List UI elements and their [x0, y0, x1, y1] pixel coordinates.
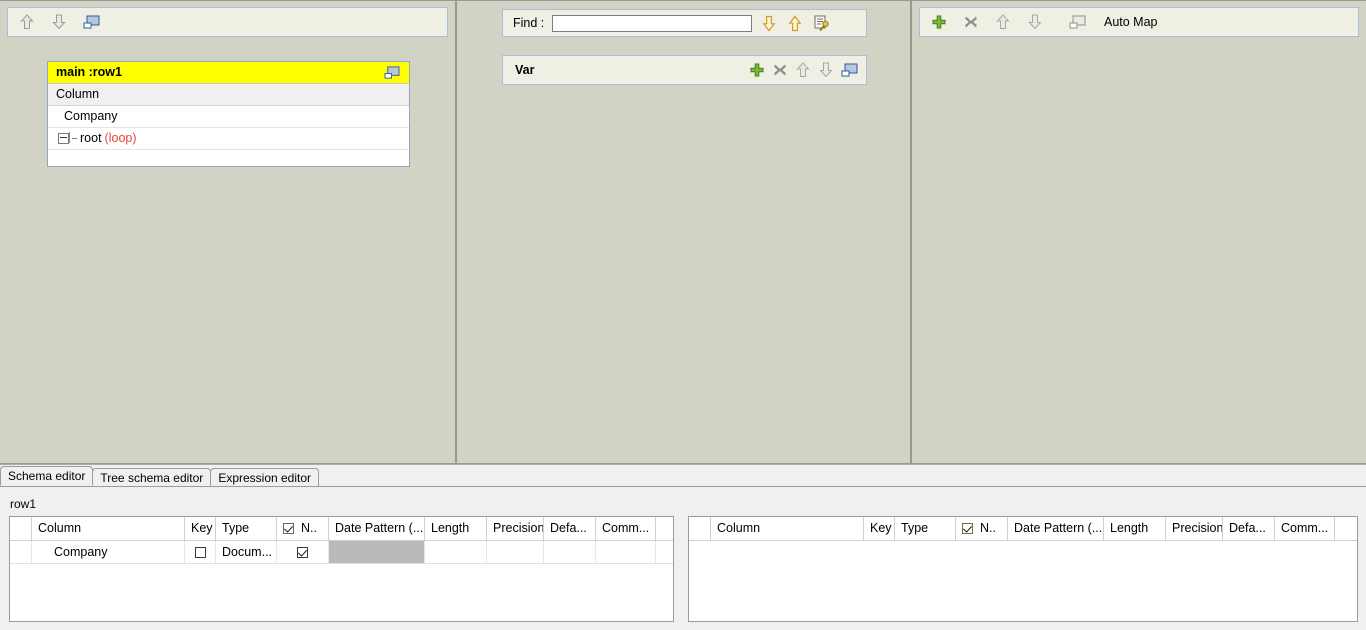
input-schema-table: main :row1 Column Company root (loop) — [47, 61, 410, 167]
row-type-cell[interactable]: Docum... — [216, 541, 277, 563]
input-panel-toolbar — [7, 7, 448, 37]
tab-expression-editor-label: Expression editor — [218, 471, 312, 485]
nullable-checkbox[interactable] — [297, 546, 308, 558]
find-label: Find : — [513, 16, 545, 30]
tab-tree-schema-editor-label: Tree schema editor — [100, 471, 204, 485]
grid-header-date-pattern[interactable]: Date Pattern (... — [329, 517, 425, 540]
minimize-table-icon[interactable] — [840, 61, 858, 79]
grid-header-nullable[interactable]: N.. — [956, 517, 1008, 540]
row-length-cell[interactable] — [425, 541, 487, 563]
grid-header-key[interactable]: Key — [185, 517, 216, 540]
add-variable-icon[interactable] — [748, 61, 766, 79]
input-schema-panel: main :row1 Column Company root (loop) — [0, 0, 456, 464]
schema-row-label: row1 — [10, 497, 37, 511]
output-schema-panel: Auto Map — [911, 0, 1366, 464]
move-up-icon[interactable] — [794, 61, 812, 79]
date-pattern-disabled-swatch — [329, 541, 424, 563]
tab-expression-editor[interactable]: Expression editor — [210, 468, 320, 486]
grid-header-nullable[interactable]: N.. — [277, 517, 329, 540]
grid-header-column[interactable]: Column — [32, 517, 185, 540]
remove-variable-icon[interactable] — [771, 61, 789, 79]
row-date-pattern-cell[interactable] — [329, 541, 425, 563]
tab-schema-editor[interactable]: Schema editor — [0, 466, 94, 486]
editor-tabstrip: Schema editor Tree schema editor Express… — [0, 466, 1366, 487]
bottom-editor-area: Schema editor Tree schema editor Express… — [0, 464, 1366, 630]
grid-header-type[interactable]: Type — [216, 517, 277, 540]
tab-tree-schema-editor[interactable]: Tree schema editor — [92, 468, 212, 486]
auto-map-label[interactable]: Auto Map — [1104, 15, 1158, 29]
tree-connector — [72, 137, 77, 140]
grid-header-comment[interactable]: Comm... — [1275, 517, 1335, 540]
table-row[interactable]: Company Docum... — [10, 541, 673, 564]
input-table-row-root[interactable]: root (loop) — [48, 128, 409, 150]
grid-header-length[interactable]: Length — [1104, 517, 1166, 540]
row-comment-cell[interactable] — [596, 541, 656, 563]
grid-header-type[interactable]: Type — [895, 517, 956, 540]
minimize-table-icon[interactable] — [383, 64, 401, 82]
move-up-icon[interactable] — [994, 13, 1012, 31]
grid-header-comment[interactable]: Comm... — [596, 517, 656, 540]
find-previous-icon[interactable] — [786, 14, 804, 32]
loop-tag: (loop) — [104, 131, 137, 145]
input-table-row-company[interactable]: Company — [48, 106, 409, 128]
output-grid-header-row: Column Key Type N.. Date Pattern (... Le… — [689, 517, 1357, 541]
var-panel: Find : Var — [456, 0, 911, 464]
output-panel-toolbar: Auto Map — [919, 7, 1359, 37]
row-key-cell[interactable] — [185, 541, 216, 563]
grid-header-key[interactable]: Key — [864, 517, 895, 540]
move-down-icon[interactable] — [1026, 13, 1044, 31]
tab-schema-editor-label: Schema editor — [8, 469, 86, 483]
find-bar: Find : — [502, 9, 867, 37]
output-schema-grid: Column Key Type N.. Date Pattern (... Le… — [688, 516, 1358, 622]
grid-header-date-pattern[interactable]: Date Pattern (... — [1008, 517, 1104, 540]
input-grid-header-row: Column Key Type N.. Date Pattern (... Le… — [10, 517, 673, 541]
var-bar: Var — [502, 55, 867, 85]
input-table-title-bar[interactable]: main :row1 — [48, 62, 409, 84]
row-handle[interactable] — [10, 541, 32, 563]
grid-header-nullable-label: N.. — [301, 521, 317, 535]
var-title: Var — [515, 63, 535, 77]
nullable-header-checkbox[interactable] — [962, 523, 973, 534]
remove-output-icon[interactable] — [962, 13, 980, 31]
row-nullable-cell[interactable] — [277, 541, 329, 563]
row-column-name[interactable]: Company — [32, 541, 185, 563]
expand-collapse-icon[interactable] — [58, 133, 69, 144]
grid-header-default[interactable]: Defa... — [544, 517, 596, 540]
grid-header-precision[interactable]: Precision — [1166, 517, 1223, 540]
input-table-column-header: Column — [48, 84, 409, 106]
find-next-icon[interactable] — [760, 14, 778, 32]
move-down-icon[interactable] — [50, 13, 68, 31]
grid-header-precision[interactable]: Precision — [487, 517, 544, 540]
move-up-icon[interactable] — [18, 13, 36, 31]
grid-header-nullable-label: N.. — [980, 521, 996, 535]
add-output-icon[interactable] — [930, 13, 948, 31]
tree-vertical-line — [69, 132, 70, 143]
input-table-title: main :row1 — [56, 65, 122, 79]
row-precision-cell[interactable] — [487, 541, 544, 563]
grid-header-length[interactable]: Length — [425, 517, 487, 540]
move-down-icon[interactable] — [817, 61, 835, 79]
grid-header-column[interactable]: Column — [711, 517, 864, 540]
input-schema-grid: Column Key Type N.. Date Pattern (... Le… — [9, 516, 674, 622]
nullable-header-checkbox[interactable] — [283, 523, 294, 534]
grid-handle-header — [689, 517, 711, 540]
grid-header-default[interactable]: Defa... — [1223, 517, 1275, 540]
input-table-empty-row — [48, 150, 409, 166]
mapping-area: main :row1 Column Company root (loop) Fi… — [0, 0, 1366, 464]
minimize-table-icon[interactable] — [1068, 13, 1086, 31]
key-checkbox[interactable] — [194, 546, 206, 558]
input-table-row-root-label: root — [80, 131, 102, 145]
row-default-cell[interactable] — [544, 541, 596, 563]
minimize-table-icon[interactable] — [82, 13, 100, 31]
find-options-icon[interactable] — [812, 14, 830, 32]
grid-handle-header — [10, 517, 32, 540]
find-input[interactable] — [552, 14, 753, 32]
